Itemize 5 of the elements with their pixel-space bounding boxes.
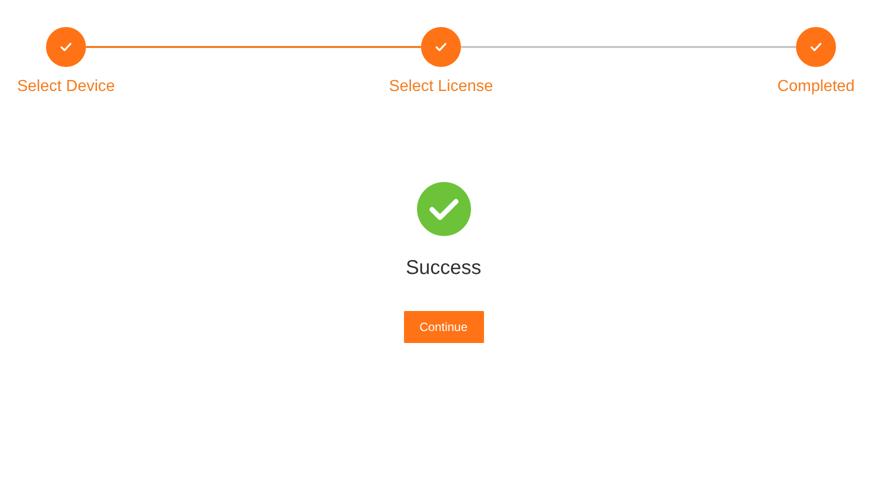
result-message: Success xyxy=(406,257,482,280)
step-label: Select Device xyxy=(17,78,115,96)
step-label: Select License xyxy=(388,78,494,96)
step-label: Completed xyxy=(777,78,855,96)
continue-button[interactable]: Continue xyxy=(404,311,484,343)
